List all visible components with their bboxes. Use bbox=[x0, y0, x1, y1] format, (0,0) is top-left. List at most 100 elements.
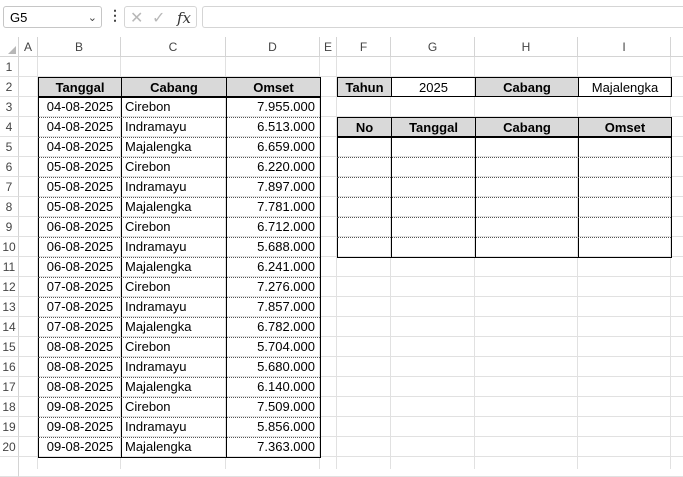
select-all-corner[interactable] bbox=[0, 37, 19, 57]
table1-cell[interactable]: 6.140.000 bbox=[226, 377, 321, 397]
chevron-down-icon[interactable]: ⌄ bbox=[88, 11, 97, 24]
table1-cell[interactable]: 09-08-2025 bbox=[38, 417, 122, 437]
table1-cell[interactable]: 7.955.000 bbox=[226, 97, 321, 117]
table1-cell[interactable]: 09-08-2025 bbox=[38, 437, 122, 457]
name-box[interactable]: G5 ⌄ bbox=[3, 6, 102, 28]
table1-cell[interactable]: Cirebon bbox=[121, 397, 227, 417]
tahun-label[interactable]: Tahun bbox=[337, 77, 392, 97]
row-header[interactable]: 16 bbox=[0, 357, 19, 377]
table1-cell[interactable]: 5.688.000 bbox=[226, 237, 321, 257]
close-icon[interactable]: ✕ bbox=[130, 8, 143, 28]
spreadsheet-grid[interactable]: ABCDEFGHI 1 2 3 4 5 6 7 8 9 10 11 12 13 14 15 16 17 18 19 2… bbox=[0, 37, 683, 477]
row-header[interactable]: 6 bbox=[0, 157, 19, 177]
row-header[interactable]: 12 bbox=[0, 277, 19, 297]
table2-cell[interactable] bbox=[391, 217, 476, 237]
table1-cell[interactable]: Majalengka bbox=[121, 377, 227, 397]
check-icon[interactable]: ✓ bbox=[152, 8, 165, 28]
row-header[interactable]: 18 bbox=[0, 397, 19, 417]
row-header[interactable]: 14 bbox=[0, 317, 19, 337]
table1-cell[interactable]: 7.509.000 bbox=[226, 397, 321, 417]
row-header[interactable]: 15 bbox=[0, 337, 19, 357]
table1-header-tanggal[interactable]: Tanggal bbox=[38, 77, 122, 97]
table1-cell[interactable]: 08-08-2025 bbox=[38, 377, 122, 397]
table1-cell[interactable]: 08-08-2025 bbox=[38, 337, 122, 357]
table1-cell[interactable]: 04-08-2025 bbox=[38, 117, 122, 137]
cabang-value-cell[interactable]: Majalengka bbox=[578, 77, 672, 97]
row-header[interactable]: 9 bbox=[0, 217, 19, 237]
table2-header-tanggal[interactable]: Tanggal bbox=[391, 117, 476, 137]
table2-cell[interactable] bbox=[337, 197, 392, 217]
table2-cell[interactable] bbox=[337, 157, 392, 177]
column-header-b[interactable]: B bbox=[38, 37, 121, 57]
table1-cell[interactable]: 6.782.000 bbox=[226, 317, 321, 337]
row-header[interactable]: 2 bbox=[0, 77, 19, 97]
table2-cell[interactable] bbox=[337, 217, 392, 237]
row-header[interactable]: 8 bbox=[0, 197, 19, 217]
table2-cell[interactable] bbox=[337, 237, 392, 257]
table1-cell[interactable]: Indramayu bbox=[121, 357, 227, 377]
table1-cell[interactable]: 6.659.000 bbox=[226, 137, 321, 157]
column-header-i[interactable]: I bbox=[578, 37, 671, 57]
row-header[interactable] bbox=[0, 457, 19, 477]
table2-cell[interactable] bbox=[475, 157, 579, 177]
table2-cell[interactable] bbox=[391, 197, 476, 217]
table1-cell[interactable]: Indramayu bbox=[121, 417, 227, 437]
table2-cell[interactable] bbox=[391, 177, 476, 197]
table1-cell[interactable]: 04-08-2025 bbox=[38, 97, 122, 117]
table1-cell[interactable]: Majalengka bbox=[121, 437, 227, 457]
table1-header-omset[interactable]: Omset bbox=[226, 77, 321, 97]
column-header-f[interactable]: F bbox=[337, 37, 391, 57]
table1-cell[interactable]: 06-08-2025 bbox=[38, 237, 122, 257]
row-header[interactable]: 20 bbox=[0, 437, 19, 457]
table1-cell[interactable]: 06-08-2025 bbox=[38, 217, 122, 237]
table2-cell[interactable] bbox=[475, 197, 579, 217]
table2-header-omset[interactable]: Omset bbox=[578, 117, 672, 137]
table2-cell[interactable] bbox=[391, 157, 476, 177]
row-header[interactable]: 4 bbox=[0, 117, 19, 137]
row-header[interactable]: 1 bbox=[0, 57, 19, 77]
table1-cell[interactable]: 07-08-2025 bbox=[38, 277, 122, 297]
table1-cell[interactable]: Cirebon bbox=[121, 277, 227, 297]
table1-cell[interactable]: Cirebon bbox=[121, 337, 227, 357]
table1-cell[interactable]: 05-08-2025 bbox=[38, 157, 122, 177]
column-header-c[interactable]: C bbox=[121, 37, 226, 57]
column-header-d[interactable]: D bbox=[226, 37, 320, 57]
table2-cell[interactable] bbox=[578, 197, 672, 217]
column-header-g[interactable]: G bbox=[391, 37, 475, 57]
table2-cell[interactable] bbox=[475, 137, 579, 157]
cabang-label[interactable]: Cabang bbox=[475, 77, 579, 97]
formula-input[interactable] bbox=[202, 6, 683, 28]
table1-cell[interactable]: Cirebon bbox=[121, 217, 227, 237]
table1-cell[interactable]: 6.513.000 bbox=[226, 117, 321, 137]
table1-cell[interactable]: 09-08-2025 bbox=[38, 397, 122, 417]
table2-cell[interactable] bbox=[475, 177, 579, 197]
table1-cell[interactable]: 5.680.000 bbox=[226, 357, 321, 377]
table1-cell[interactable]: 6.220.000 bbox=[226, 157, 321, 177]
table1-cell[interactable]: 7.363.000 bbox=[226, 437, 321, 457]
table1-cell[interactable]: 04-08-2025 bbox=[38, 137, 122, 157]
table1-cell[interactable]: 07-08-2025 bbox=[38, 317, 122, 337]
column-header-e[interactable]: E bbox=[320, 37, 337, 57]
table2-cell[interactable] bbox=[391, 237, 476, 257]
table2-cell[interactable] bbox=[475, 237, 579, 257]
table1-cell[interactable]: 5.856.000 bbox=[226, 417, 321, 437]
table1-cell[interactable]: 7.276.000 bbox=[226, 277, 321, 297]
table1-cell[interactable]: Majalengka bbox=[121, 317, 227, 337]
table1-cell[interactable]: 05-08-2025 bbox=[38, 197, 122, 217]
table1-cell[interactable]: Majalengka bbox=[121, 137, 227, 157]
table1-cell[interactable]: Majalengka bbox=[121, 257, 227, 277]
table1-cell[interactable]: Majalengka bbox=[121, 197, 227, 217]
table1-cell[interactable]: 6.241.000 bbox=[226, 257, 321, 277]
table2-cell[interactable] bbox=[337, 177, 392, 197]
table1-cell[interactable]: 7.897.000 bbox=[226, 177, 321, 197]
column-header-a[interactable]: A bbox=[19, 37, 38, 57]
row-header[interactable]: 10 bbox=[0, 237, 19, 257]
table2-cell[interactable] bbox=[578, 137, 672, 157]
table2-cell[interactable] bbox=[578, 177, 672, 197]
table1-cell[interactable]: Indramayu bbox=[121, 117, 227, 137]
table1-cell[interactable]: Indramayu bbox=[121, 177, 227, 197]
table1-cell[interactable]: 6.712.000 bbox=[226, 217, 321, 237]
table1-cell[interactable]: Indramayu bbox=[121, 237, 227, 257]
table1-cell[interactable]: 08-08-2025 bbox=[38, 357, 122, 377]
row-header[interactable]: 11 bbox=[0, 257, 19, 277]
